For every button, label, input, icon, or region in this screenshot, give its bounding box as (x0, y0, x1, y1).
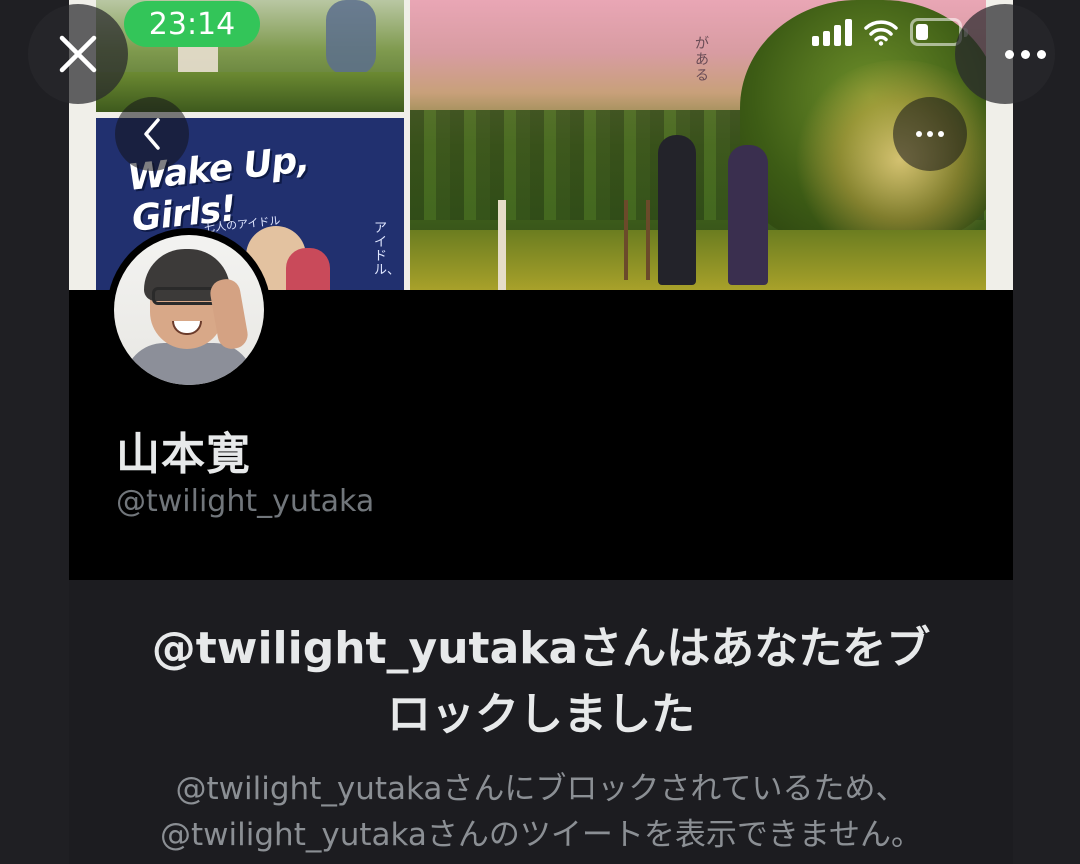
screenshot-viewer: Wake Up, Girls! 七人のアイドル アイドル、 がある 山本寛 @t… (0, 0, 1080, 864)
avatar[interactable] (107, 228, 271, 392)
battery-icon (910, 18, 968, 46)
close-viewer-button[interactable] (28, 4, 128, 104)
cellular-signal-icon (812, 18, 852, 46)
status-time[interactable]: 23:14 (124, 1, 260, 47)
close-icon (59, 35, 97, 73)
blocked-title-line2: ロックしました (387, 689, 695, 740)
blocked-message: @twilight_yutakaさんにブロックされているため、 @twiligh… (89, 766, 993, 858)
status-bar-icons (812, 14, 968, 50)
chevron-left-icon (144, 118, 160, 150)
scene-vertical-text: がある (695, 36, 709, 84)
user-handle: @twilight_yutaka (116, 484, 375, 519)
viewer-more-button[interactable] (955, 4, 1055, 104)
blocked-notice: @twilight_yutakaさんはあなたをブ ロックしました @twilig… (69, 580, 1013, 864)
ellipsis-icon (916, 131, 944, 137)
poster-vertical-text: アイドル、 (374, 221, 401, 278)
blocked-title: @twilight_yutakaさんはあなたをブ ロックしました (89, 616, 993, 748)
profile-more-button[interactable] (893, 97, 967, 171)
profile-info: 山本寛 @twilight_yutaka (69, 228, 1013, 580)
wifi-icon (864, 20, 898, 46)
more-options-icon (1004, 49, 1046, 59)
twitter-profile-screenshot: Wake Up, Girls! 七人のアイドル アイドル、 がある 山本寛 @t… (69, 0, 1013, 864)
blocked-message-line1: @twilight_yutakaさんにブロックされているため、 (175, 771, 907, 807)
avatar-photo (114, 235, 264, 385)
blocked-title-line1: @twilight_yutakaさんはあなたをブ (151, 623, 931, 674)
back-button[interactable] (115, 97, 189, 171)
display-name: 山本寛 (116, 429, 251, 480)
blocked-message-line2: @twilight_yutakaさんのツイートを表示できません。 (160, 817, 922, 853)
